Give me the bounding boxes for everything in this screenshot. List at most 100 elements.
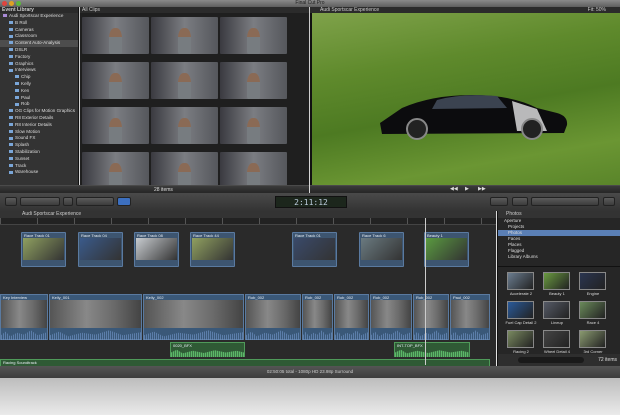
clip-thumbnail[interactable]	[220, 17, 287, 54]
photo-thumbnail[interactable]	[579, 301, 606, 319]
library-item[interactable]: B Roll	[0, 20, 78, 27]
media-browser-buttons[interactable]	[531, 197, 599, 206]
audio-waveform	[395, 349, 469, 357]
timeline-project-title: Audi Sportscar Experience	[0, 211, 496, 218]
clip-thumbnail[interactable]	[220, 107, 287, 144]
library-item-label: Cameras	[15, 26, 34, 32]
library-item[interactable]: Stabilization	[0, 149, 78, 156]
connected-clip[interactable]: Race Track 04	[78, 232, 123, 267]
folder-icon	[9, 157, 13, 161]
connected-clip[interactable]: Race Track 01	[292, 232, 337, 267]
clip-thumbnail[interactable]	[151, 152, 218, 189]
select-tool-button[interactable]	[117, 197, 131, 206]
photo-thumbnail[interactable]	[579, 272, 606, 290]
storyline-clip[interactable]: Rob_002	[370, 294, 412, 340]
library-item[interactable]: Ken	[0, 88, 78, 95]
audio-clip[interactable]: 0020_BFX	[170, 342, 245, 357]
audio-clip[interactable]: INT-TOP_BFX	[394, 342, 470, 357]
library-item[interactable]: Sunset	[0, 156, 78, 163]
library-item[interactable]: Splash	[0, 142, 78, 149]
connected-clip[interactable]: Beauty 1	[424, 232, 469, 267]
clip-filmstrip	[1, 300, 47, 328]
photo-thumbnail[interactable]	[543, 330, 570, 348]
clip-thumbnail[interactable]	[82, 107, 149, 144]
library-item[interactable]: Warehouse	[0, 169, 78, 176]
connected-clip[interactable]: Race Track 01	[21, 232, 66, 267]
library-item[interactable]: Kelly	[0, 81, 78, 88]
playhead[interactable]	[425, 218, 426, 365]
audio-waveform	[50, 330, 141, 340]
library-item[interactable]: Graphics	[0, 61, 78, 68]
library-item[interactable]: Paul	[0, 95, 78, 102]
storyline-clip[interactable]: Rob_002	[245, 294, 301, 340]
storyline-clip[interactable]: Key Interview	[0, 294, 48, 340]
connected-clip[interactable]: Race Track 08	[134, 232, 179, 267]
timecode-display[interactable]: 2:11:12	[275, 196, 347, 208]
photos-search-field[interactable]	[518, 357, 584, 363]
photo-thumbnail[interactable]	[543, 272, 570, 290]
photo-thumbnail[interactable]	[543, 301, 570, 319]
library-item[interactable]: Sound FX	[0, 135, 78, 142]
library-item[interactable]: Chip	[0, 74, 78, 81]
audio-waveform	[335, 330, 368, 340]
photo-thumbnail[interactable]	[507, 301, 534, 319]
photo-thumbnail[interactable]	[579, 330, 606, 348]
close-button[interactable]	[2, 1, 7, 6]
minimize-button[interactable]	[9, 1, 14, 6]
library-item[interactable]: Interviews	[0, 67, 78, 74]
storyline-clip[interactable]: Kelly_001	[49, 294, 142, 340]
connected-clip[interactable]: Race Track 44	[190, 232, 235, 267]
zoom-button[interactable]	[16, 1, 21, 6]
library-item[interactable]: Factory	[0, 54, 78, 61]
library-item[interactable]: Cameras	[0, 27, 78, 34]
clip-thumbnail[interactable]	[151, 17, 218, 54]
clip-thumbnail[interactable]	[82, 152, 149, 189]
library-item[interactable]: Classroom	[0, 33, 78, 40]
connected-clip[interactable]: Race Track 6	[359, 232, 404, 267]
library-item[interactable]: OG Clips for Motion Graphics	[0, 108, 78, 115]
browser-header[interactable]: All Clips	[80, 7, 309, 13]
clip-thumbnail[interactable]	[151, 62, 218, 99]
storyline-clip[interactable]: Kelly_002	[143, 294, 244, 340]
clip-thumbnail[interactable]	[82, 17, 149, 54]
library-item[interactable]: R8 Interior Details	[0, 122, 78, 129]
person-image	[246, 28, 261, 54]
person-image	[177, 73, 192, 99]
forward-button[interactable]: ▶▶	[478, 186, 486, 192]
clip-thumbnail[interactable]	[220, 62, 287, 99]
play-button[interactable]: ▶	[465, 186, 469, 192]
photo-label: Lineup	[550, 320, 563, 325]
retime-button[interactable]	[512, 197, 528, 206]
inspector-button[interactable]	[603, 197, 615, 206]
enhance-button[interactable]	[490, 197, 508, 206]
clip-thumbnail[interactable]	[151, 107, 218, 144]
photo-label: Race 4	[586, 320, 600, 325]
photo-thumbnail[interactable]	[507, 330, 534, 348]
rewind-button[interactable]: ◀◀	[450, 186, 458, 192]
library-item-label: Warehouse	[15, 169, 39, 175]
library-item[interactable]: Slow Motion	[0, 129, 78, 136]
library-item[interactable]: DSLR	[0, 47, 78, 54]
library-item[interactable]: Content Auto-Analysis	[0, 40, 78, 47]
library-item[interactable]: Rob	[0, 101, 78, 108]
folder-icon	[9, 170, 13, 174]
project-info: 02:50:05 total - 1080p HD 23.98p Surroun…	[266, 369, 354, 374]
photo-thumbnail[interactable]	[507, 272, 534, 290]
storyline-clip[interactable]: Rob_002	[334, 294, 369, 340]
storyline-clip[interactable]: Rob_002	[413, 294, 449, 340]
storyline-clip[interactable]: Paul_002	[450, 294, 490, 340]
library-item[interactable]: Track	[0, 163, 78, 170]
clip-filmstrip	[414, 300, 448, 328]
library-item[interactable]: R8 Exterior Details	[0, 115, 78, 122]
keyword-button[interactable]	[63, 197, 73, 206]
edit-buttons[interactable]	[20, 197, 60, 206]
storyline-clip[interactable]: Rob_002	[302, 294, 333, 340]
timeline-ruler[interactable]	[0, 218, 496, 225]
clip-thumbnail[interactable]	[220, 152, 287, 189]
library-item[interactable]: Audi Sportscar Experience	[0, 13, 78, 20]
photos-count: 72 items	[598, 357, 617, 363]
photos-source-item[interactable]: Library Albums	[498, 254, 620, 260]
connect-insert-append-buttons[interactable]	[76, 197, 114, 206]
clip-thumbnail[interactable]	[82, 62, 149, 99]
import-button[interactable]	[5, 197, 17, 206]
